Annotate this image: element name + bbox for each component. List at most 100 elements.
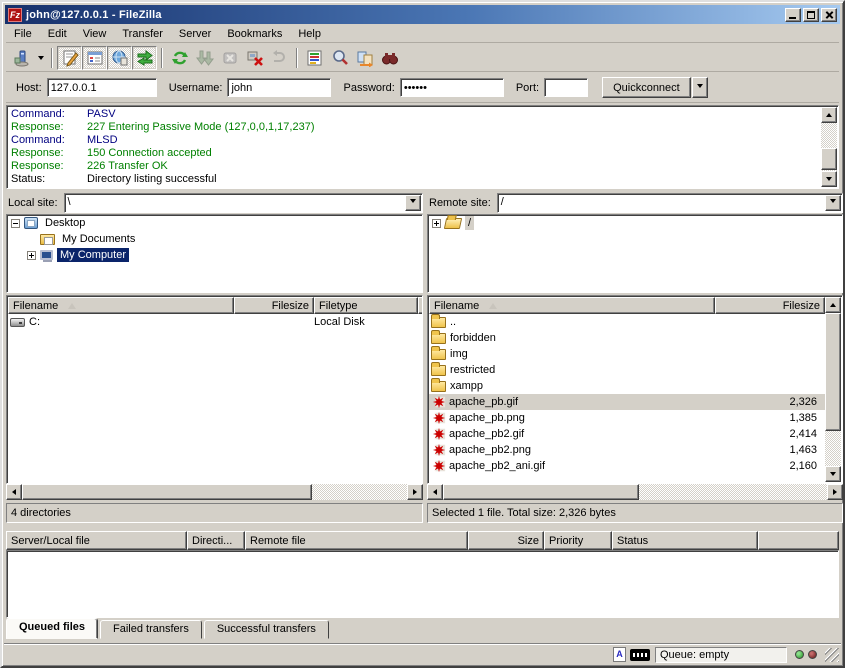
column-header-filesize[interactable]: Filesize [234,297,314,314]
resize-grip[interactable] [825,648,839,662]
remote-file-row-selected[interactable]: apache_pb.gif 2,326 [429,394,825,410]
local-directory-tree: Desktop My Documents My Computer [6,214,423,293]
site-manager-icon [13,49,31,67]
log-line: Status:Directory listing successful [11,173,817,186]
scroll-up-button[interactable] [825,297,841,313]
remote-file-row[interactable]: img [429,346,825,362]
cancel-operation-button[interactable] [217,46,242,70]
menu-bookmarks[interactable]: Bookmarks [219,27,290,41]
remote-file-row[interactable]: apache_pb2.png 1,463 [429,442,825,458]
remote-horizontal-scrollbar[interactable] [427,484,843,500]
remote-file-row[interactable]: apache_pb2_ani.gif 2,160 [429,458,825,474]
transfer-type-icon[interactable]: A [613,647,626,662]
scroll-right-button[interactable] [827,484,843,500]
column-header-remote-file[interactable]: Remote file [245,531,468,550]
remote-site-dropdown[interactable] [825,195,841,211]
scroll-thumb[interactable] [22,484,312,500]
scroll-thumb[interactable] [821,148,837,170]
username-label: Username: [169,82,223,94]
column-header-last-modified[interactable]: L [418,297,423,314]
disconnect-button[interactable] [242,46,267,70]
username-input[interactable] [227,78,331,97]
process-queue-button[interactable] [192,46,217,70]
column-header-server-local-file[interactable]: Server/Local file [6,531,187,550]
transfer-queue-icon [136,49,154,67]
compare-icon [356,49,374,67]
filter-button[interactable] [302,46,327,70]
local-site-dropdown[interactable] [405,195,421,211]
find-files-button[interactable] [377,46,402,70]
tree-item-my-computer[interactable]: My Computer [7,247,422,263]
toggle-message-log-button[interactable] [57,46,82,70]
column-header-size[interactable]: Size [468,531,544,550]
menu-view[interactable]: View [75,27,115,41]
tab-queued-files[interactable]: Queued files [6,618,98,639]
column-header-direction[interactable]: Directi... [187,531,245,550]
minimize-button[interactable] [785,8,801,22]
column-header-filename[interactable]: Filename [429,297,715,314]
quickconnect-button[interactable]: Quickconnect [602,77,691,98]
log-vertical-scrollbar[interactable] [821,107,837,187]
remote-vertical-scrollbar[interactable] [825,297,841,482]
local-horizontal-scrollbar[interactable] [6,484,423,500]
remote-file-row[interactable]: restricted [429,362,825,378]
folder-icon [431,349,446,360]
scroll-left-button[interactable] [6,484,22,500]
host-input[interactable] [47,78,157,97]
scroll-down-button[interactable] [821,171,837,187]
tab-failed-transfers[interactable]: Failed transfers [100,620,202,639]
menu-file[interactable]: File [6,27,40,41]
scroll-thumb[interactable] [825,313,841,431]
expand-icon[interactable] [27,251,36,260]
menu-transfer[interactable]: Transfer [114,27,171,41]
close-button[interactable] [821,8,837,22]
menu-server[interactable]: Server [171,27,219,41]
menu-edit[interactable]: Edit [40,27,75,41]
port-label: Port: [516,82,539,94]
column-header-priority[interactable]: Priority [544,531,612,550]
remote-file-row[interactable]: .. [429,314,825,330]
quickconnect-dropdown[interactable] [692,77,708,98]
site-manager-dropdown[interactable] [34,46,47,70]
remote-file-row[interactable]: apache_pb2.gif 2,414 [429,426,825,442]
reconnect-button[interactable] [267,46,292,70]
refresh-button[interactable] [167,46,192,70]
chevron-down-icon [830,199,836,206]
file-search-button[interactable] [327,46,352,70]
speed-limit-icon[interactable] [630,649,650,661]
directory-comparison-button[interactable] [352,46,377,70]
column-header-filler [758,531,839,550]
column-header-filesize[interactable]: Filesize [715,297,825,314]
remote-site-combobox[interactable]: / [497,193,843,213]
tree-item-desktop[interactable]: Desktop [7,215,422,231]
toggle-local-tree-button[interactable] [82,46,107,70]
column-header-filename[interactable]: Filename [8,297,234,314]
remote-file-row[interactable]: xampp [429,378,825,394]
collapse-icon[interactable] [11,219,20,228]
scroll-right-button[interactable] [407,484,423,500]
maximize-button[interactable] [803,8,819,22]
scroll-thumb[interactable] [443,484,639,500]
queue-list[interactable] [6,550,839,618]
local-site-combobox[interactable]: \ [64,193,423,213]
tree-item-my-documents[interactable]: My Documents [7,231,422,247]
message-log-lines: Command:PASV Response:227 Entering Passi… [8,107,820,187]
local-file-row[interactable]: C: Local Disk [8,314,421,330]
site-manager-button[interactable] [9,46,34,70]
scroll-up-button[interactable] [821,107,837,123]
port-input[interactable] [544,78,588,97]
menu-help[interactable]: Help [290,27,329,41]
tree-item-root[interactable]: / [428,215,842,231]
column-header-status[interactable]: Status [612,531,758,550]
expand-icon[interactable] [432,219,441,228]
toggle-transfer-queue-button[interactable] [132,46,157,70]
scroll-down-button[interactable] [825,466,841,482]
toggle-remote-tree-button[interactable] [107,46,132,70]
remote-file-row[interactable]: forbidden [429,330,825,346]
remote-file-row[interactable]: apache_pb.png 1,385 [429,410,825,426]
folder-icon [431,365,446,376]
password-input[interactable] [400,78,504,97]
tab-successful-transfers[interactable]: Successful transfers [204,620,329,639]
column-header-filetype[interactable]: Filetype [314,297,418,314]
scroll-left-button[interactable] [427,484,443,500]
